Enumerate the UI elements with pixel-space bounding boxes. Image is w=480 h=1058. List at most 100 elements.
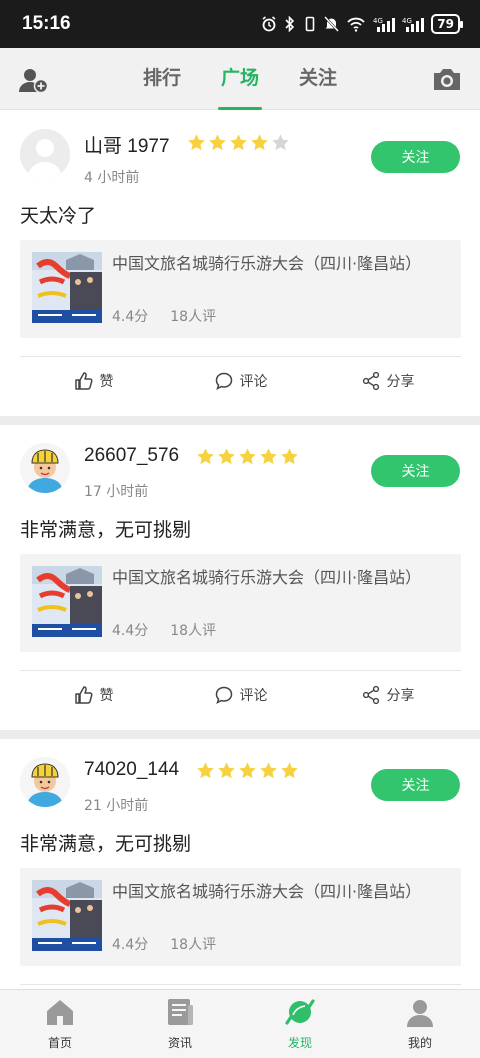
post-actions: 赞 评论 分享: [20, 670, 461, 718]
nav-label: 发现: [287, 1036, 312, 1050]
post-separator: [0, 730, 480, 739]
post-card: 26607_576 17 小时前 关注 非常满意，无可挑剔 中国文旅名城骑行乐游…: [0, 425, 480, 730]
wifi-icon: [347, 17, 365, 32]
bluetooth-icon: [285, 16, 295, 32]
star-filled-icon: [239, 448, 256, 465]
comment-label: 评论: [239, 373, 268, 390]
event-review-count: 18人评: [170, 309, 217, 325]
star-filled-icon: [281, 448, 298, 465]
signal-4g-icon: 4G: [402, 17, 425, 32]
star-filled-icon: [218, 448, 235, 465]
star-filled-icon: [209, 134, 226, 151]
post-text: 天太冷了: [20, 205, 97, 227]
avatar[interactable]: [20, 443, 70, 493]
event-meta: 4.4分 18人评: [112, 620, 216, 640]
camera-icon[interactable]: [432, 66, 462, 92]
event-score: 4.4分: [112, 309, 149, 325]
event-title: 中国文旅名城骑行乐游大会（四川·隆昌站）: [112, 254, 422, 273]
post-text: 非常满意，无可挑剔: [20, 833, 192, 855]
svg-text:4G: 4G: [373, 17, 383, 25]
star-filled-icon: [218, 762, 235, 779]
mute-icon: [324, 16, 340, 32]
avatar[interactable]: [20, 129, 70, 179]
event-card[interactable]: 中国文旅名城骑行乐游大会（四川·隆昌站） 4.4分 18人评: [20, 240, 461, 338]
tab-following[interactable]: 关注: [297, 48, 339, 110]
username[interactable]: 74020_144: [84, 759, 179, 781]
like-label: 赞: [99, 687, 114, 704]
thumbs-up-icon: [74, 371, 93, 390]
nav-item-discover[interactable]: 发现: [240, 990, 360, 1058]
share-button[interactable]: 分享: [314, 671, 461, 718]
event-poster-thumbnail: [32, 880, 102, 951]
like-button[interactable]: 赞: [20, 357, 167, 404]
share-icon: [362, 371, 379, 390]
home-icon: [47, 1000, 73, 1025]
like-label: 赞: [99, 373, 114, 390]
star-rating: [187, 133, 290, 152]
battery-indicator: 79: [431, 14, 463, 34]
nav-label: 我的: [407, 1036, 432, 1050]
nav-item-profile[interactable]: 我的: [360, 990, 480, 1058]
star-filled-icon: [197, 448, 214, 465]
default-avatar-icon: [20, 129, 70, 179]
cyclist-avatar-icon: [20, 757, 70, 807]
profile-icon: [407, 1000, 433, 1027]
post-card: 74020_144 21 小时前 关注 非常满意，无可挑剔 中国文旅名城骑行乐游…: [0, 739, 480, 989]
signal-4g-icon: 4G: [373, 17, 396, 32]
event-title: 中国文旅名城骑行乐游大会（四川·隆昌站）: [112, 882, 422, 901]
tab-ranking[interactable]: 排行: [141, 48, 183, 110]
status-bar: 15:16 4G 4G 79: [0, 0, 480, 48]
tab-square[interactable]: 广场: [217, 48, 263, 110]
share-icon: [362, 685, 379, 704]
cyclist-avatar-icon: [20, 443, 70, 493]
news-icon: [168, 999, 193, 1025]
star-empty-icon: [272, 134, 289, 151]
follow-button[interactable]: 关注: [371, 141, 460, 173]
event-score: 4.4分: [112, 937, 149, 953]
post-time: 4 小时前: [84, 170, 140, 186]
username[interactable]: 26607_576: [84, 445, 179, 467]
event-card[interactable]: 中国文旅名城骑行乐游大会（四川·隆昌站） 4.4分 18人评: [20, 868, 461, 966]
comment-icon: [215, 686, 232, 704]
star-rating: [196, 761, 299, 780]
star-filled-icon: [188, 134, 205, 151]
post-time: 17 小时前: [84, 484, 149, 500]
post-actions: 赞 评论 分享: [20, 356, 461, 404]
event-meta: 4.4分 18人评: [112, 306, 216, 326]
avatar[interactable]: [20, 757, 70, 807]
vibrate-icon: [305, 16, 315, 32]
follow-button[interactable]: 关注: [371, 455, 460, 487]
share-button[interactable]: 分享: [314, 357, 461, 404]
event-meta: 4.4分 18人评: [112, 934, 216, 954]
event-review-count: 18人评: [170, 937, 217, 953]
thumbs-up-icon: [74, 685, 93, 704]
follow-button[interactable]: 关注: [371, 769, 460, 801]
star-filled-icon: [230, 134, 247, 151]
svg-text:4G: 4G: [402, 17, 412, 25]
feed[interactable]: 山哥 1977 4 小时前 关注 天太冷了 中国文旅名城骑行乐游大会（四川·隆昌…: [0, 111, 480, 989]
post-text: 非常满意，无可挑剔: [20, 519, 192, 541]
event-card[interactable]: 中国文旅名城骑行乐游大会（四川·隆昌站） 4.4分 18人评: [20, 554, 461, 652]
event-score: 4.4分: [112, 623, 149, 639]
event-poster-thumbnail: [32, 566, 102, 637]
star-filled-icon: [260, 762, 277, 779]
nav-item-home[interactable]: 首页: [0, 990, 120, 1058]
comment-icon: [215, 372, 232, 390]
star-filled-icon: [281, 762, 298, 779]
share-label: 分享: [386, 687, 415, 704]
comment-button[interactable]: 评论: [167, 671, 314, 718]
feed-tabs: 排行 广场 关注: [0, 48, 480, 110]
comment-label: 评论: [239, 687, 268, 704]
username[interactable]: 山哥 1977: [84, 131, 170, 158]
star-filled-icon: [197, 762, 214, 779]
post-separator: [0, 416, 480, 425]
status-time: 15:16: [22, 13, 71, 34]
share-label: 分享: [386, 373, 415, 390]
status-icons: 4G 4G 79: [261, 14, 463, 34]
comment-button[interactable]: 评论: [167, 357, 314, 404]
alarm-icon: [262, 16, 276, 32]
like-button[interactable]: 赞: [20, 671, 167, 718]
nav-item-news[interactable]: 资讯: [120, 990, 240, 1058]
nav-label: 首页: [47, 1036, 72, 1050]
event-review-count: 18人评: [170, 623, 217, 639]
